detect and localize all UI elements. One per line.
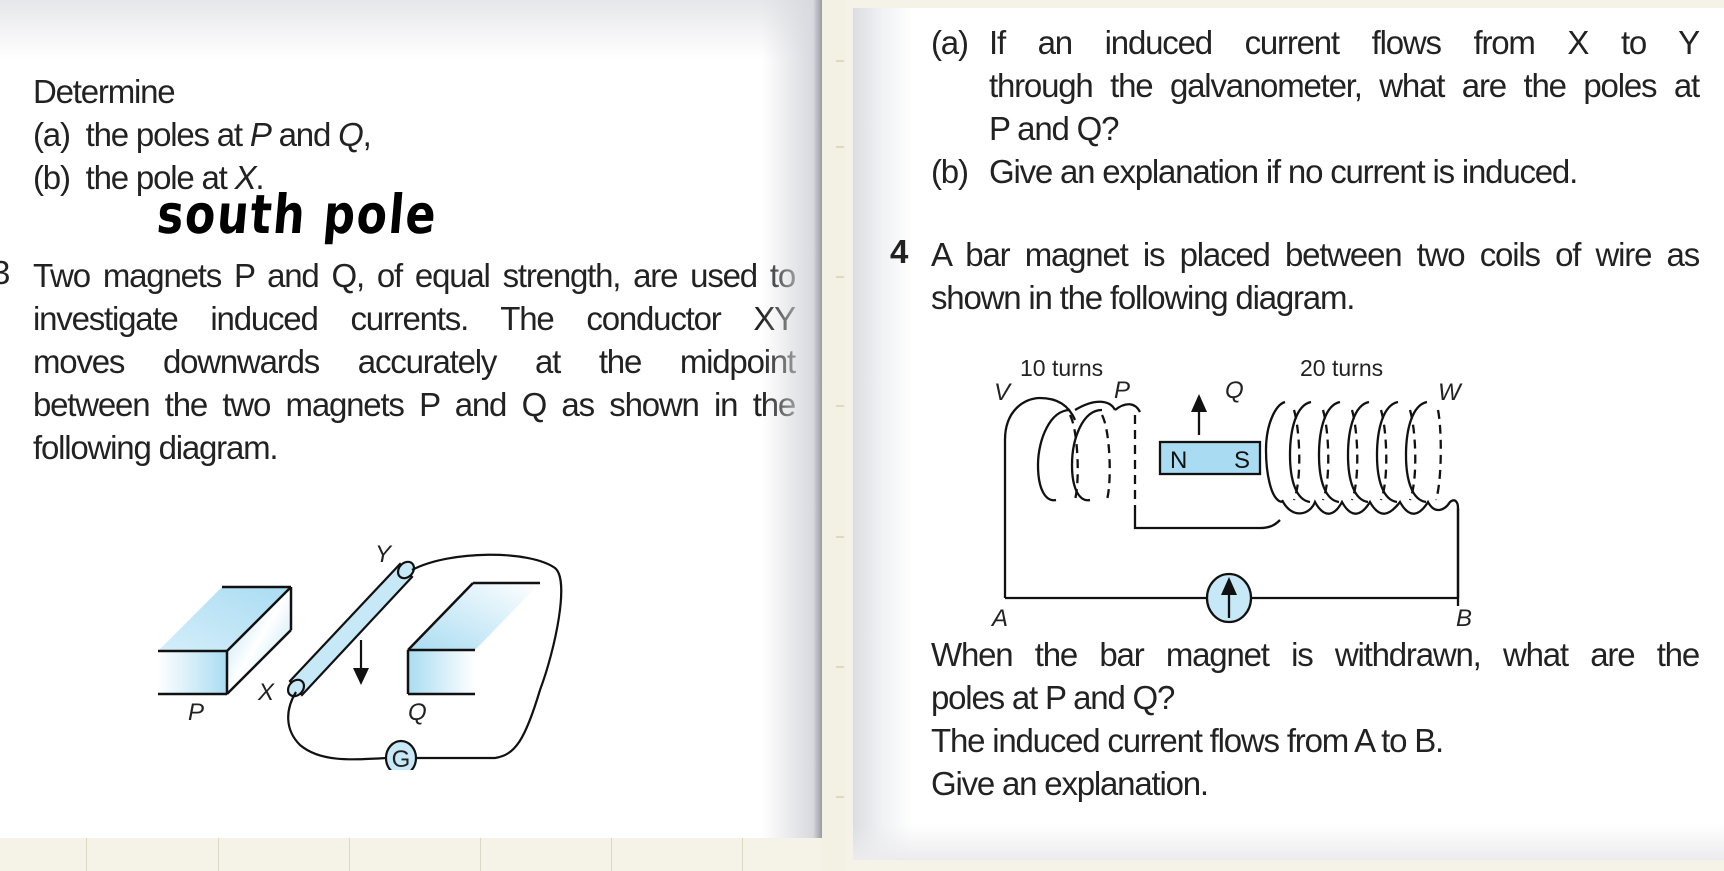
part-a-pre: the poles at: [85, 116, 250, 153]
question-4-line-1: A bar magnet is placed between two coils…: [931, 236, 1700, 273]
page-gutter: [822, 0, 846, 871]
up-arrow-icon: [1191, 394, 1207, 435]
strip-divider: [742, 838, 743, 871]
label-y: Y: [375, 541, 393, 568]
bottom-strip: [0, 838, 822, 871]
strip-divider: [349, 838, 350, 871]
magnet-north-label: N: [1170, 447, 1187, 474]
label-x: X: [257, 679, 275, 706]
coil-right-turns-label: 20 turns: [1300, 355, 1383, 381]
question-4-line-2: shown in the following diagram.: [931, 279, 1355, 316]
part-a-line-1: If an induced current flows from X to Y: [989, 24, 1700, 61]
label-b: B: [1456, 605, 1472, 632]
part-a-line-3: P and Q?: [989, 110, 1119, 147]
conductor-xy: [286, 560, 416, 698]
part-a-text: (a) the poles at P and Q,: [33, 113, 372, 156]
label-p: P: [188, 699, 204, 726]
gutter-tick: [836, 276, 844, 278]
question-4-number: 4: [890, 233, 909, 270]
label-p-coil: P: [1114, 377, 1130, 404]
strip-divider: [611, 838, 612, 871]
determine-text: Determine: [33, 73, 176, 110]
gutter-tick: [836, 666, 844, 668]
question-3-line-5: following diagram.: [33, 429, 279, 466]
question-3-line-4: between the two magnets P and Q as shown…: [33, 386, 796, 423]
part-b-line-1: Give an explanation if no current is ind…: [989, 153, 1578, 190]
question-3-number: 3: [0, 254, 11, 291]
right-page: (a) If an induced current flows from X t…: [853, 8, 1724, 860]
strip-divider: [86, 838, 87, 871]
question-3-line-1: Two magnets P and Q, of equal strength, …: [33, 257, 796, 294]
magnet-q: [406, 581, 540, 696]
label-q-coil: Q: [1225, 377, 1244, 404]
label-q: Q: [408, 699, 427, 726]
var-p: P: [249, 116, 272, 153]
gutter-tick: [836, 405, 844, 407]
followup-line-1: When the bar magnet is withdrawn, what a…: [931, 636, 1700, 673]
part-a-label: (a): [33, 116, 71, 153]
magnet-p: [158, 585, 293, 696]
label-a: A: [990, 605, 1008, 632]
strip-divider: [480, 838, 481, 871]
part-a-label-right: (a): [931, 24, 969, 61]
followup-line-2: poles at P and Q?: [931, 679, 1175, 716]
handwritten-answer: south pole: [154, 183, 441, 246]
bar-magnet: N S: [1158, 440, 1262, 476]
part-b-label: (b): [33, 159, 71, 196]
left-coil: [1003, 396, 1281, 598]
part-a-line-2: through the galvanometer, what are the p…: [989, 67, 1700, 104]
down-arrow-icon: [353, 640, 369, 685]
gutter-tick: [836, 146, 844, 148]
left-page: Determine (a) the poles at P and Q, (b) …: [0, 0, 822, 838]
gutter-tick: [836, 796, 844, 798]
part-a-mid: and: [270, 116, 339, 153]
followup-line-4: Give an explanation.: [931, 765, 1209, 802]
magnets-conductor-diagram: G P Q X Y: [158, 541, 563, 770]
galvanometer-label: G: [392, 746, 411, 770]
gutter-tick: [836, 536, 844, 538]
var-q: Q: [338, 116, 364, 153]
magnet-south-label: S: [1234, 447, 1250, 474]
part-b-label-right: (b): [931, 153, 969, 190]
gutter-tick: [836, 60, 844, 62]
strip-divider: [218, 838, 219, 871]
right-coil: [1264, 400, 1460, 606]
galvanometer-arrow-icon: [1205, 572, 1253, 624]
question-3-line-3: moves downwards accurately at the midpoi…: [33, 343, 796, 380]
galvanometer-icon: G: [384, 739, 418, 770]
label-v: V: [994, 379, 1012, 406]
label-w: W: [1438, 379, 1463, 406]
part-a-post: ,: [362, 116, 372, 153]
coils-diagram: 10 turns 20 turns V P Q W A B N S: [990, 355, 1472, 632]
question-3-line-2: investigate induced currents. The conduc…: [33, 300, 796, 337]
followup-line-3: The induced current flows from A to B.: [931, 722, 1444, 759]
coil-left-turns-label: 10 turns: [1020, 355, 1103, 381]
